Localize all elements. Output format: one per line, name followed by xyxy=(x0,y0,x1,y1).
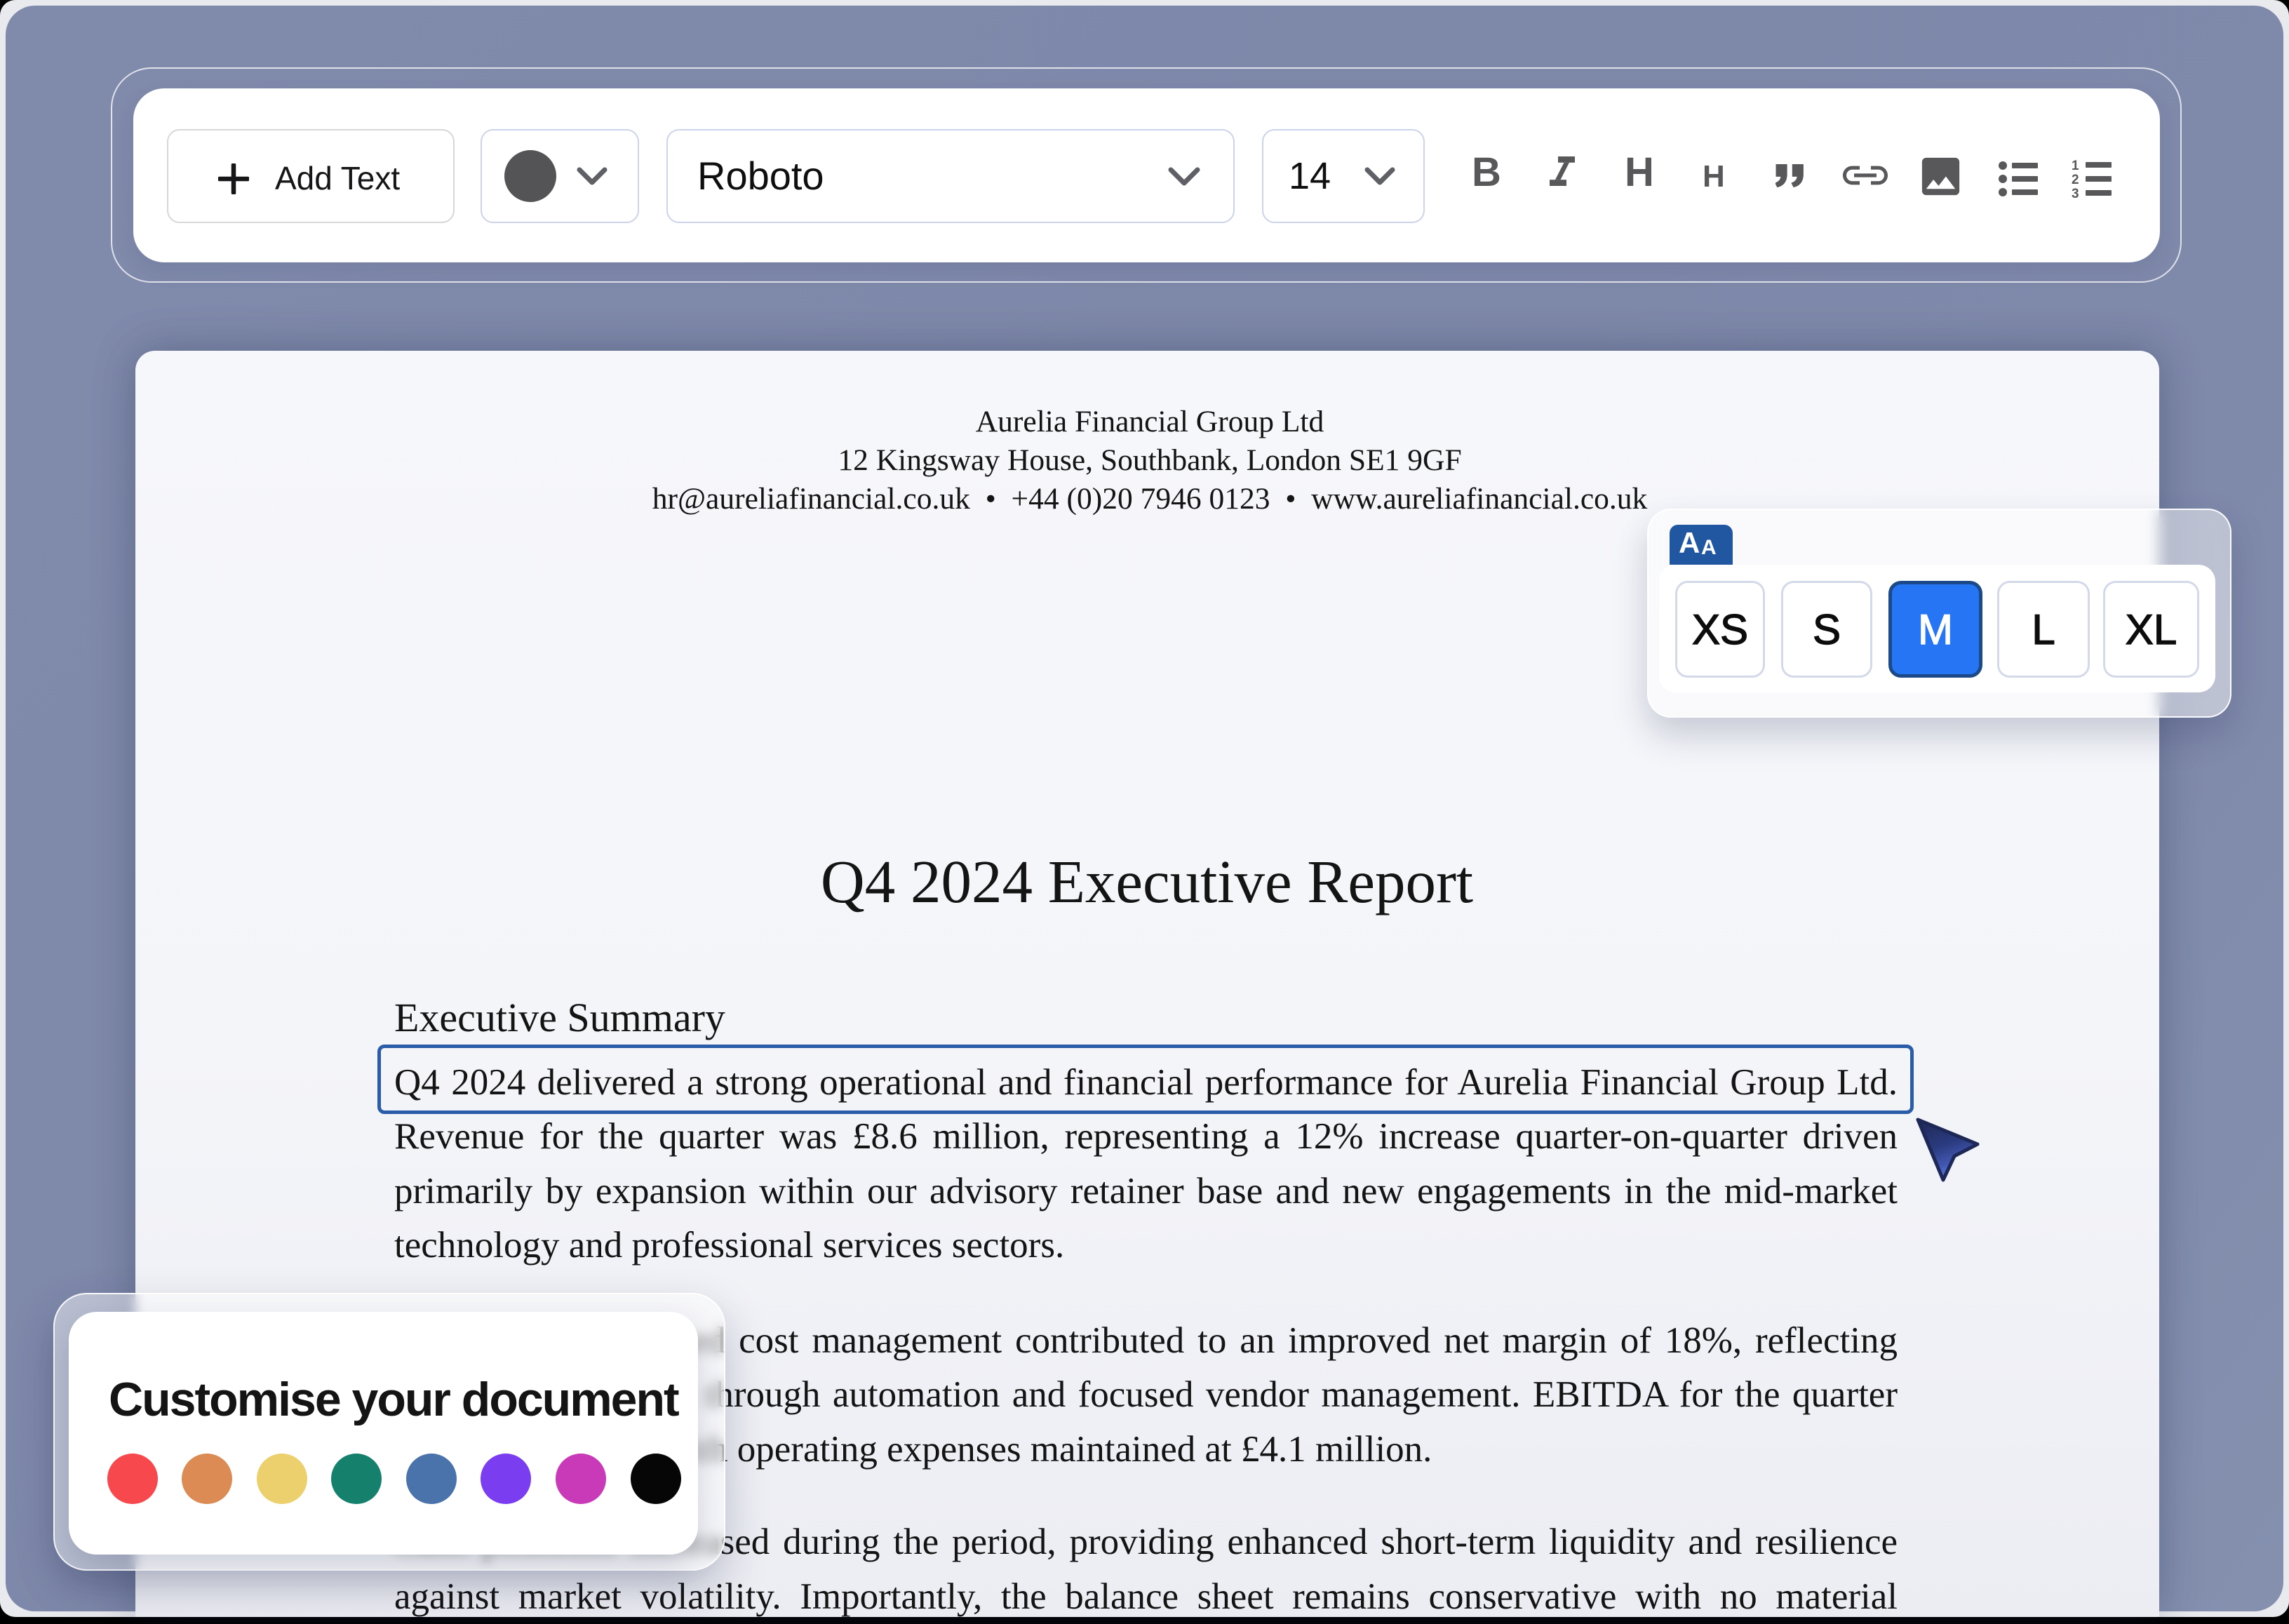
svg-text:2: 2 xyxy=(2072,173,2079,187)
svg-text:1: 1 xyxy=(2072,159,2079,173)
svg-text:3: 3 xyxy=(2072,187,2079,200)
